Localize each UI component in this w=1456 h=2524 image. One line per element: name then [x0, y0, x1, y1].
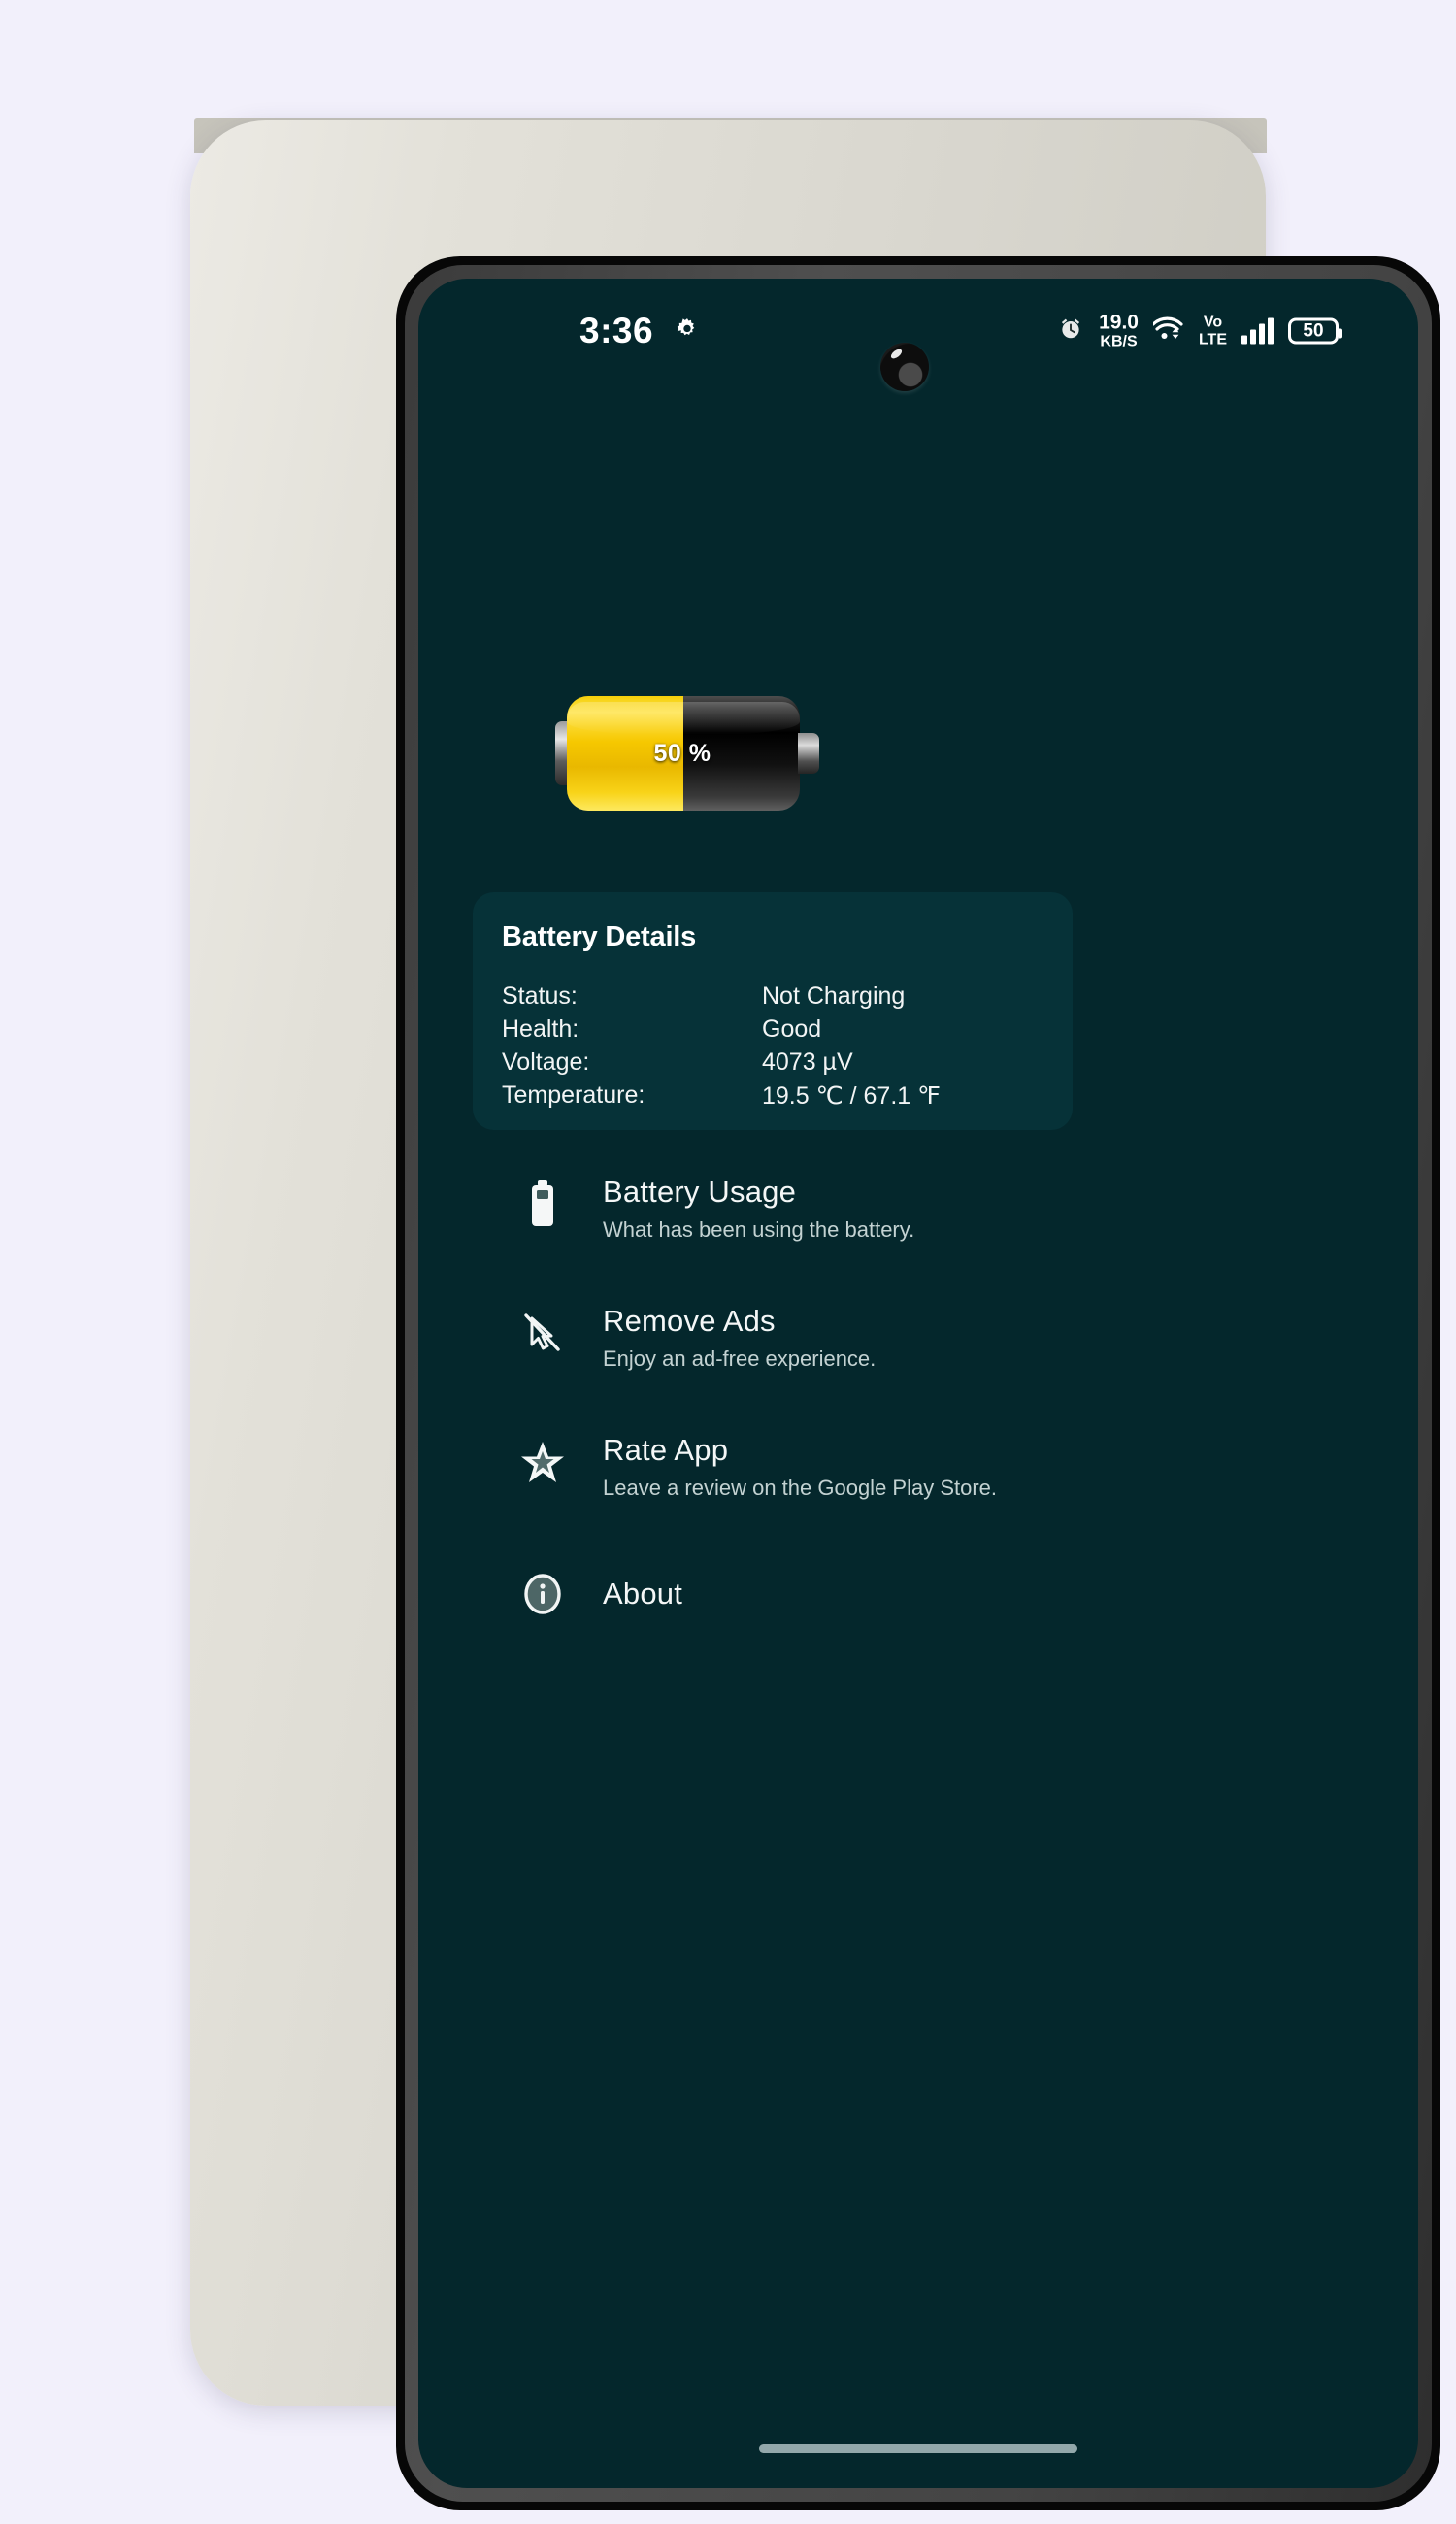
phone-frame: 3:36 19.0 KB/S Vo LTE 50 50 % Battery De…	[190, 120, 1440, 2510]
network-speed-value: 19.0	[1099, 311, 1139, 334]
battery-percent-label: 50 %	[653, 739, 711, 767]
info-circle-icon	[508, 1573, 578, 1615]
menu-item-title: About	[603, 1576, 683, 1611]
volte-bottom: LTE	[1198, 331, 1227, 348]
detail-row-temperature: Temperature: 19.5 ℃ / 67.1 ℉	[502, 1081, 1043, 1111]
volte-icon: Vo LTE	[1199, 315, 1227, 348]
volte-top: Vo	[1203, 314, 1223, 330]
gesture-navigation-bar[interactable]	[759, 2444, 1077, 2453]
detail-label-health: Health:	[502, 1015, 579, 1043]
detail-row-voltage: Voltage: 4073 µV	[502, 1048, 1043, 1077]
detail-value-health: Good	[762, 1015, 822, 1043]
star-icon	[508, 1433, 578, 1485]
detail-value-temperature: 19.5 ℃ / 67.1 ℉	[762, 1082, 941, 1110]
battery-details-card: Battery Details Status: Not Charging Hea…	[473, 892, 1073, 1130]
gear-icon[interactable]	[675, 316, 700, 347]
status-battery-icon: 50	[1288, 317, 1342, 345]
menu-item-subtitle: Leave a review on the Google Play Store.	[603, 1476, 998, 1501]
menu-item-subtitle: Enjoy an ad-free experience.	[603, 1345, 877, 1371]
menu-item-remove-ads[interactable]: Remove Ads Enjoy an ad-free experience.	[473, 1304, 1418, 1373]
signal-bars-icon	[1241, 317, 1274, 344]
status-battery-level: 50	[1303, 320, 1324, 341]
front-camera-punch-hole	[880, 343, 929, 391]
menu-item-title: Battery Usage	[603, 1175, 797, 1209]
menu-item-title: Remove Ads	[603, 1304, 776, 1339]
status-bar-left: 3:36	[579, 311, 700, 351]
detail-label-voltage: Voltage:	[502, 1048, 590, 1076]
menu-item-text: Battery Usage What has been using the ba…	[578, 1175, 914, 1244]
battery-details-title: Battery Details	[502, 921, 697, 952]
detail-value-status: Not Charging	[762, 982, 906, 1010]
battery-icon	[508, 1175, 578, 1229]
detail-row-health: Health: Good	[502, 1015, 1043, 1044]
network-speed-indicator: 19.0 KB/S	[1099, 313, 1139, 350]
menu-item-subtitle: What has been using the battery.	[603, 1216, 915, 1242]
menu-list: Battery Usage What has been using the ba…	[473, 1167, 1418, 1615]
phone-screen: 3:36 19.0 KB/S Vo LTE 50 50 % Battery De…	[418, 279, 1418, 2488]
wifi-icon	[1151, 316, 1184, 348]
battery-graphic: 50 %	[555, 696, 819, 811]
menu-item-text: Remove Ads Enjoy an ad-free experience.	[578, 1304, 876, 1373]
menu-item-battery-usage[interactable]: Battery Usage What has been using the ba…	[473, 1175, 1418, 1244]
detail-label-temperature: Temperature:	[502, 1081, 645, 1109]
status-clock: 3:36	[579, 311, 654, 350]
menu-item-text: Rate App Leave a review on the Google Pl…	[578, 1433, 997, 1502]
status-bar-right: 19.0 KB/S Vo LTE 50	[1057, 313, 1342, 350]
detail-value-voltage: 4073 µV	[762, 1048, 853, 1076]
alarm-clock-icon	[1057, 316, 1084, 348]
detail-label-status: Status:	[502, 982, 578, 1010]
ads-off-cursor-icon	[508, 1304, 578, 1356]
menu-item-about[interactable]: About	[473, 1573, 1418, 1615]
menu-item-rate-app[interactable]: Rate App Leave a review on the Google Pl…	[473, 1433, 1418, 1502]
detail-row-status: Status: Not Charging	[502, 982, 1043, 1011]
menu-item-text: About	[578, 1577, 682, 1611]
network-speed-unit: KB/S	[1100, 333, 1138, 350]
menu-item-title: Rate App	[603, 1433, 729, 1468]
